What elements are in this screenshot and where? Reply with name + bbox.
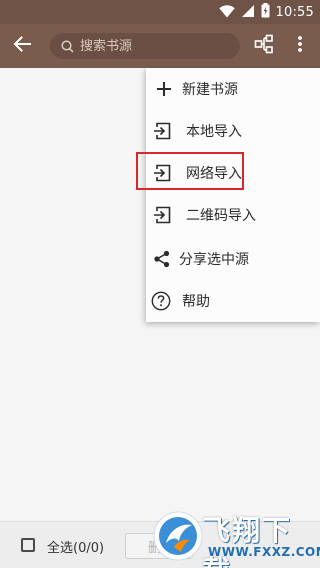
overflow-menu: 新建书源 本地导入 网络导入 二维码导入 分享选中源 帮助 — [146, 68, 320, 322]
menu-item-help[interactable]: 帮助 — [146, 280, 320, 322]
watermark-url: WWW.FXXZ.COM — [208, 545, 320, 559]
search-box[interactable] — [50, 33, 240, 59]
menu-item-label: 本地导入 — [186, 124, 242, 140]
back-button[interactable] — [10, 34, 34, 58]
select-all-checkbox[interactable] — [21, 538, 35, 552]
screen: 10:55 搜索书源 新建书源 本地导入 网络导入 二维码导入 分享选中源 帮助… — [0, 0, 320, 568]
select-all-label[interactable]: 全选(0/0) — [47, 537, 104, 556]
signal-icon — [241, 3, 255, 22]
watermark: 飞翔下载 WWW.FXXZ.COM — [152, 505, 320, 568]
help-icon — [151, 291, 171, 311]
search-input[interactable] — [78, 37, 232, 55]
status-icons: 10:55 — [218, 2, 314, 22]
group-icon — [254, 34, 274, 58]
menu-item-label: 新建书源 — [182, 82, 238, 98]
highlight-box — [136, 152, 244, 190]
menu-item-label: 帮助 — [182, 294, 210, 310]
import-icon — [152, 205, 172, 225]
more-options-button[interactable] — [288, 34, 312, 58]
menu-item-share-selected[interactable]: 分享选中源 — [146, 238, 320, 280]
menu-item-label: 分享选中源 — [179, 252, 249, 268]
app-bar — [0, 24, 320, 68]
back-arrow-icon — [13, 35, 31, 57]
group-button[interactable] — [252, 34, 276, 58]
menu-item-qrcode-import[interactable]: 二维码导入 — [146, 194, 320, 236]
battery-charging-icon — [261, 2, 270, 22]
status-bar: 10:55 — [0, 0, 320, 24]
menu-item-new-source[interactable]: 新建书源 — [146, 68, 320, 110]
search-icon — [60, 39, 74, 53]
more-vert-icon — [297, 35, 303, 57]
plus-icon — [154, 79, 174, 99]
menu-item-local-import[interactable]: 本地导入 — [146, 110, 320, 152]
import-icon — [152, 121, 172, 141]
watermark-brand: 飞翔下载 — [202, 514, 293, 568]
share-icon — [152, 249, 172, 269]
status-time: 10:55 — [275, 4, 314, 20]
menu-item-label: 二维码导入 — [186, 208, 256, 224]
watermark-logo — [152, 507, 204, 568]
wifi-icon — [218, 3, 235, 22]
